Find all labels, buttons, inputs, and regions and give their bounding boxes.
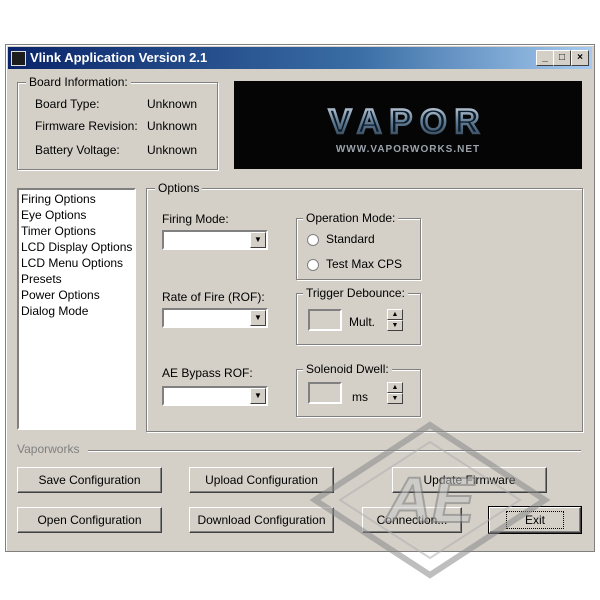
firmware-revision-value: Unknown [147, 119, 198, 133]
spin-down-icon[interactable]: ▼ [387, 393, 403, 404]
update-firmware-button[interactable]: Update Firmware [392, 467, 547, 493]
solenoid-dwell-spinner[interactable]: ▲ ▼ [387, 382, 403, 404]
solenoid-dwell-input[interactable] [308, 382, 342, 404]
list-item[interactable]: Presets [21, 271, 132, 287]
firing-mode-label: Firing Mode: [162, 212, 229, 226]
list-item[interactable]: Timer Options [21, 223, 132, 239]
exit-button[interactable]: Exit [488, 506, 582, 534]
battery-voltage-value: Unknown [147, 143, 198, 157]
options-nav-list[interactable]: Firing Options Eye Options Timer Options… [17, 188, 136, 430]
solenoid-dwell-group: Solenoid Dwell: ms ▲ ▼ [296, 362, 421, 417]
spin-down-icon[interactable]: ▼ [387, 320, 403, 331]
list-item[interactable]: LCD Display Options [21, 239, 132, 255]
open-configuration-button[interactable]: Open Configuration [17, 507, 162, 533]
board-type-value: Unknown [147, 97, 198, 111]
save-configuration-button[interactable]: Save Configuration [17, 467, 162, 493]
operation-mode-group: Operation Mode: Standard Test Max CPS [296, 211, 421, 280]
exit-label: Exit [505, 511, 564, 529]
trigger-debounce-spinner[interactable]: ▲ ▼ [387, 309, 403, 331]
trigger-debounce-group: Trigger Debounce: Mult. ▲ ▼ [296, 286, 421, 345]
logo-url: WWW.VAPORWORKS.NET [336, 144, 480, 155]
chevron-down-icon[interactable]: ▼ [250, 310, 266, 326]
ae-bypass-label: AE Bypass ROF: [162, 366, 253, 380]
solenoid-dwell-unit: ms [352, 390, 368, 404]
vapor-logo: VAPOR WWW.VAPORWORKS.NET [234, 81, 582, 169]
battery-voltage-label: Battery Voltage: [35, 143, 120, 157]
app-icon [11, 51, 26, 66]
window-title: Vlink Application Version 2.1 [30, 50, 208, 65]
list-item[interactable]: Power Options [21, 287, 132, 303]
options-legend: Options [155, 181, 203, 195]
firmware-revision-label: Firmware Revision: [35, 119, 138, 133]
spin-up-icon[interactable]: ▲ [387, 382, 403, 393]
board-type-label: Board Type: [35, 97, 100, 111]
vaporworks-label: Vaporworks [17, 442, 80, 456]
list-item[interactable]: Eye Options [21, 207, 132, 223]
board-info-group: Board Information: Board Type: Unknown F… [17, 75, 218, 170]
rof-select[interactable]: ▼ [162, 308, 268, 328]
trigger-debounce-input[interactable] [308, 309, 342, 331]
footer-divider [88, 450, 581, 452]
radio-standard[interactable] [307, 234, 319, 246]
chevron-down-icon[interactable]: ▼ [250, 232, 266, 248]
app-window: Vlink Application Version 2.1 _ □ × Boar… [5, 44, 595, 552]
spin-up-icon[interactable]: ▲ [387, 309, 403, 320]
list-item[interactable]: Dialog Mode [21, 303, 132, 319]
operation-mode-legend: Operation Mode: [303, 211, 399, 225]
logo-text: VAPOR [329, 103, 487, 141]
radio-test-max-cps[interactable] [307, 259, 319, 271]
minimize-button[interactable]: _ [536, 50, 554, 66]
maximize-button[interactable]: □ [553, 50, 571, 66]
rof-label: Rate of Fire (ROF): [162, 290, 265, 304]
upload-configuration-button[interactable]: Upload Configuration [189, 467, 334, 493]
ae-bypass-select[interactable]: ▼ [162, 386, 268, 406]
board-info-legend: Board Information: [26, 75, 131, 89]
standard-label: Standard [326, 232, 375, 246]
close-button[interactable]: × [571, 50, 589, 66]
list-item[interactable]: Firing Options [21, 191, 132, 207]
firing-mode-select[interactable]: ▼ [162, 230, 268, 250]
options-group: Options Firing Mode: ▼ Rate of Fire (ROF… [146, 181, 583, 432]
trigger-debounce-unit: Mult. [349, 315, 376, 329]
test-max-cps-label: Test Max CPS [326, 257, 403, 271]
chevron-down-icon[interactable]: ▼ [250, 388, 266, 404]
connection-button[interactable]: Connection... [362, 507, 462, 533]
title-bar[interactable]: Vlink Application Version 2.1 _ □ × [8, 47, 592, 69]
download-configuration-button[interactable]: Download Configuration [189, 507, 334, 533]
solenoid-dwell-legend: Solenoid Dwell: [303, 362, 392, 376]
list-item[interactable]: LCD Menu Options [21, 255, 132, 271]
trigger-debounce-legend: Trigger Debounce: [303, 286, 408, 300]
